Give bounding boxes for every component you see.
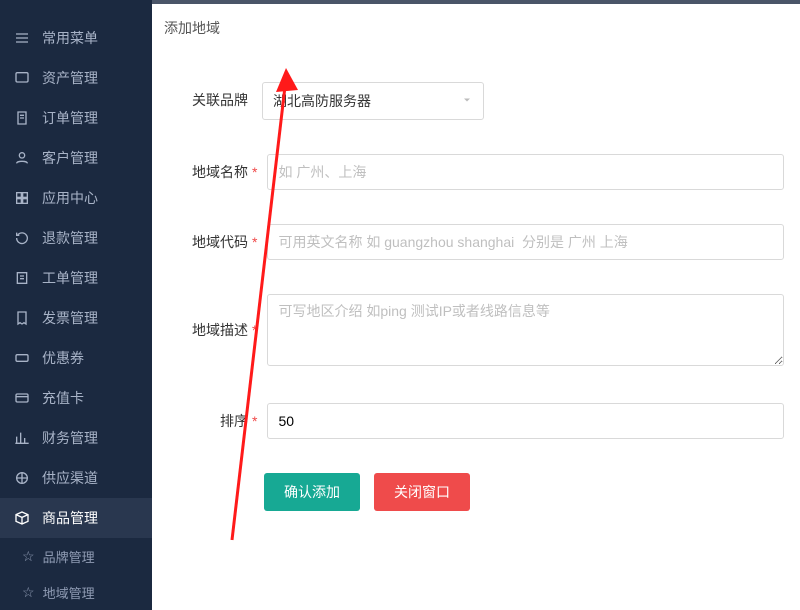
label-desc: 地域描述: [168, 294, 248, 366]
coupon-icon: [14, 350, 30, 366]
page-title: 添加地域: [152, 4, 800, 52]
sidebar-item-common-menu[interactable]: 常用菜单: [0, 18, 152, 58]
required-mark: *: [252, 224, 257, 260]
sidebar-item-label: 优惠券: [42, 348, 84, 368]
required-mark: *: [252, 403, 257, 439]
row-code: 地域代码 *: [168, 224, 784, 260]
brand-select[interactable]: 湖北高防服务器: [262, 82, 484, 120]
sidebar: 常用菜单 资产管理 订单管理 客户管理 应用中心 退款管理 工单管理 发票管理: [0, 0, 152, 610]
asset-icon: [14, 70, 30, 86]
sidebar-item-label: 工单管理: [42, 268, 98, 288]
desc-textarea[interactable]: [267, 294, 784, 366]
star-icon: ☆: [22, 548, 35, 565]
sidebar-sub-label: 品牌管理: [43, 547, 95, 566]
row-sort: 排序 *: [168, 403, 784, 439]
sidebar-item-label: 退款管理: [42, 228, 98, 248]
sidebar-item-label: 充值卡: [42, 388, 84, 408]
row-desc: 地域描述 *: [168, 294, 784, 369]
sort-input[interactable]: [267, 403, 784, 439]
name-input[interactable]: [267, 154, 784, 190]
sidebar-item-label: 客户管理: [42, 148, 98, 168]
close-button[interactable]: 关闭窗口: [374, 473, 470, 511]
label-name: 地域名称: [168, 154, 248, 190]
sidebar-item-label: 订单管理: [42, 108, 98, 128]
sidebar-item-coupon[interactable]: 优惠券: [0, 338, 152, 378]
sidebar-item-supply[interactable]: 供应渠道: [0, 458, 152, 498]
order-icon: [14, 110, 30, 126]
sidebar-item-order[interactable]: 订单管理: [0, 98, 152, 138]
label-brand: 关联品牌: [168, 82, 248, 118]
menu-icon: [14, 30, 30, 46]
sidebar-item-label: 常用菜单: [42, 28, 98, 48]
sidebar-item-ticket[interactable]: 工单管理: [0, 258, 152, 298]
card-icon: [14, 390, 30, 406]
sidebar-item-label: 供应渠道: [42, 468, 98, 488]
product-icon: [14, 510, 30, 526]
row-brand: 关联品牌 湖北高防服务器: [168, 82, 784, 120]
sidebar-item-label: 应用中心: [42, 188, 98, 208]
sidebar-item-card[interactable]: 充值卡: [0, 378, 152, 418]
required-mark: *: [252, 154, 257, 190]
confirm-button[interactable]: 确认添加: [264, 473, 360, 511]
sidebar-item-asset[interactable]: 资产管理: [0, 58, 152, 98]
sidebar-item-product[interactable]: 商品管理: [0, 498, 152, 538]
row-name: 地域名称 *: [168, 154, 784, 190]
form: 关联品牌 湖北高防服务器 地域名称 * 地域代码 *: [152, 52, 800, 511]
sidebar-item-label: 财务管理: [42, 428, 98, 448]
star-icon: ☆: [22, 584, 35, 601]
sidebar-item-label: 发票管理: [42, 308, 98, 328]
code-input[interactable]: [267, 224, 784, 260]
finance-icon: [14, 430, 30, 446]
sidebar-item-finance[interactable]: 财务管理: [0, 418, 152, 458]
chevron-down-icon: [461, 93, 473, 109]
sidebar-item-label: 商品管理: [42, 508, 98, 528]
refund-icon: [14, 230, 30, 246]
sidebar-item-customer[interactable]: 客户管理: [0, 138, 152, 178]
invoice-icon: [14, 310, 30, 326]
sidebar-item-label: 资产管理: [42, 68, 98, 88]
sidebar-item-invoice[interactable]: 发票管理: [0, 298, 152, 338]
sidebar-sub-brand[interactable]: ☆ 品牌管理: [0, 538, 152, 574]
customer-icon: [14, 150, 30, 166]
ticket-icon: [14, 270, 30, 286]
required-mark: *: [252, 294, 257, 366]
app-icon: [14, 190, 30, 206]
sidebar-sub-region[interactable]: ☆ 地域管理: [0, 574, 152, 610]
action-buttons: 确认添加 关闭窗口: [168, 473, 784, 511]
label-code: 地域代码: [168, 224, 248, 260]
brand-select-value: 湖北高防服务器: [273, 91, 371, 111]
label-sort: 排序: [168, 403, 248, 439]
sidebar-item-app[interactable]: 应用中心: [0, 178, 152, 218]
sidebar-item-refund[interactable]: 退款管理: [0, 218, 152, 258]
main-panel: 添加地域 关联品牌 湖北高防服务器 地域名称 *: [152, 0, 800, 610]
supply-icon: [14, 470, 30, 486]
sidebar-sub-label: 地域管理: [43, 583, 95, 602]
